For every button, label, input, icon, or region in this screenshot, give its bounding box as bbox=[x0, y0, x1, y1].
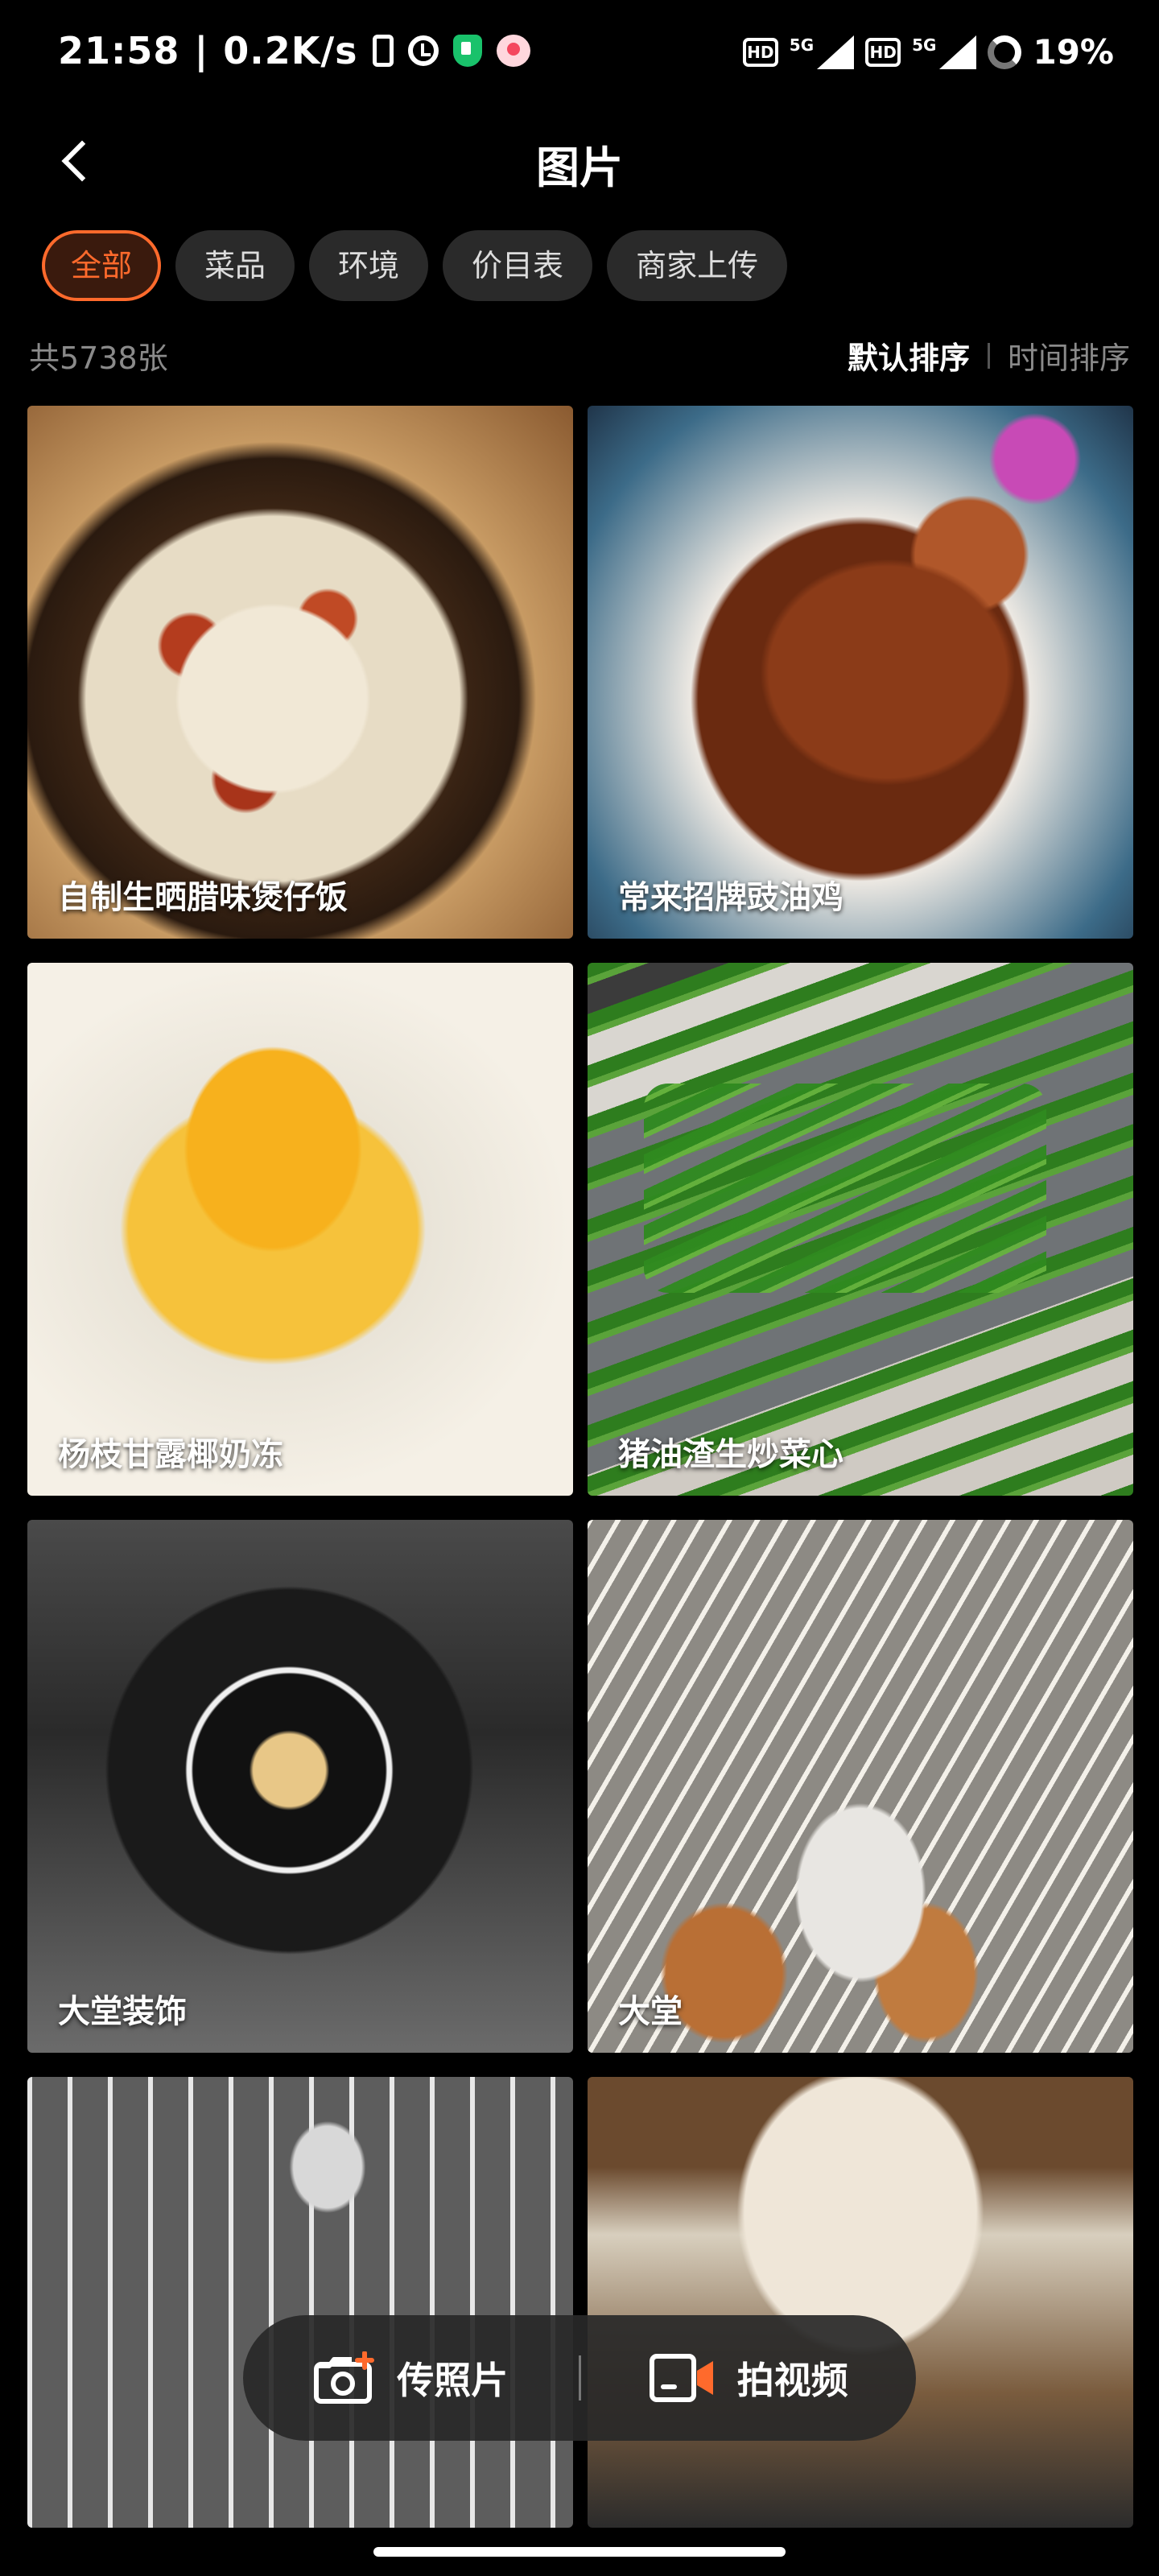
sort-divider bbox=[987, 342, 990, 369]
status-left: 21:58 | 0.2K/s bbox=[58, 29, 530, 72]
network-type: 5G bbox=[789, 35, 815, 55]
photo-caption: 自制生晒腊味煲仔饭 bbox=[58, 879, 348, 916]
video-camera-icon bbox=[649, 2351, 716, 2405]
filter-merchant-upload[interactable]: 商家上传 bbox=[607, 230, 788, 301]
photo-count: 共5738张 bbox=[29, 341, 168, 376]
status-right: HD 5G HD 5G 19% bbox=[742, 32, 1114, 72]
photo-tile[interactable] bbox=[588, 2077, 1133, 2528]
signal-icon bbox=[817, 35, 855, 69]
photo-tile[interactable]: 大堂 bbox=[588, 1520, 1133, 2053]
battery-level: 19% bbox=[1033, 32, 1114, 72]
record-video-button[interactable]: 拍视频 bbox=[581, 2315, 917, 2441]
battery-icon bbox=[988, 35, 1022, 69]
record-video-label: 拍视频 bbox=[736, 2359, 848, 2402]
photo-tile[interactable] bbox=[27, 2077, 573, 2528]
upload-photo-button[interactable]: 传照片 bbox=[243, 2315, 579, 2441]
photo-tile[interactable]: 大堂装饰 bbox=[27, 1520, 573, 2053]
shield-icon bbox=[452, 35, 482, 67]
camera-plus-icon bbox=[313, 2351, 376, 2405]
photo-caption: 猪油渣生炒菜心 bbox=[618, 1436, 843, 1473]
page-header: 图片 bbox=[0, 121, 1159, 201]
filter-environment[interactable]: 环境 bbox=[309, 230, 429, 301]
photo-tile[interactable]: 常来招牌豉油鸡 bbox=[588, 406, 1133, 939]
upload-photo-label: 传照片 bbox=[397, 2359, 509, 2402]
photo-caption: 大堂装饰 bbox=[58, 1993, 187, 2030]
hd-icon: HD bbox=[742, 37, 778, 67]
home-indicator[interactable] bbox=[373, 2547, 786, 2557]
upload-action-bar: 传照片 拍视频 bbox=[243, 2315, 916, 2441]
notification-bubble-icon bbox=[496, 35, 530, 67]
photo-tile[interactable]: 猪油渣生炒菜心 bbox=[588, 963, 1133, 1496]
filter-tabs: 全部 菜品 环境 价目表 商家上传 bbox=[42, 230, 788, 301]
filter-price-list[interactable]: 价目表 bbox=[443, 230, 593, 301]
alarm-icon bbox=[407, 35, 439, 66]
photo-caption: 大堂 bbox=[618, 1993, 683, 2030]
vibrate-icon bbox=[372, 35, 394, 67]
sort-default[interactable]: 默认排序 bbox=[848, 333, 970, 378]
hd-icon: HD bbox=[865, 37, 901, 67]
filter-all[interactable]: 全部 bbox=[42, 230, 162, 301]
sort-options: 默认排序 时间排序 bbox=[848, 333, 1130, 378]
photo-caption: 常来招牌豉油鸡 bbox=[618, 879, 843, 916]
photo-tile[interactable]: 杨枝甘露椰奶冻 bbox=[27, 963, 573, 1496]
network-type: 5G bbox=[912, 35, 937, 55]
page-title: 图片 bbox=[536, 142, 623, 193]
signal-icon bbox=[939, 35, 977, 69]
status-time: 21:58 bbox=[58, 29, 180, 72]
photo-tile[interactable]: 自制生晒腊味煲仔饭 bbox=[27, 406, 573, 939]
filter-dishes[interactable]: 菜品 bbox=[175, 230, 295, 301]
sort-time[interactable]: 时间排序 bbox=[1008, 333, 1130, 378]
status-separator: | bbox=[194, 29, 209, 72]
summary-row: 共5738张 默认排序 时间排序 bbox=[29, 333, 1130, 378]
status-net-speed: 0.2K/s bbox=[223, 29, 358, 72]
status-bar: 21:58 | 0.2K/s HD 5G HD 5G 19% bbox=[0, 0, 1159, 113]
photo-caption: 杨枝甘露椰奶冻 bbox=[58, 1436, 283, 1473]
